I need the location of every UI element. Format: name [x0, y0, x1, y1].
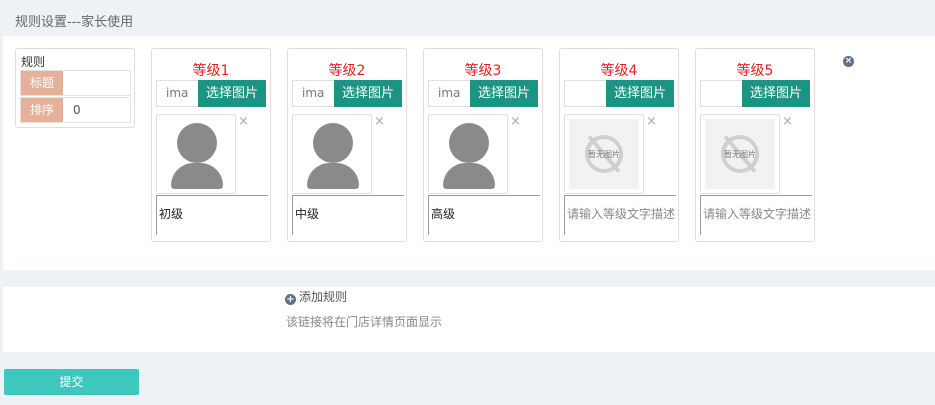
rule-order-input[interactable]: 0: [73, 98, 81, 122]
remove-image-icon[interactable]: ×: [646, 115, 657, 128]
level-card-2: 等级2 ima 选择图片 × 中级: [287, 48, 407, 242]
level-description-input[interactable]: 高级: [428, 195, 540, 235]
add-rule-label: 添加规则: [299, 290, 348, 304]
rule-box: 规则 标题 排序 0: [15, 48, 135, 128]
level-description-input[interactable]: 请输入等级文字描述: [564, 195, 676, 235]
choose-image-button[interactable]: 选择图片: [606, 80, 674, 107]
rule-title-field[interactable]: 标题: [20, 70, 131, 96]
level-card-4: 等级4 选择图片 暂无图片 × 请输入等级文字描述: [559, 48, 679, 242]
no-image-icon: 暂无图片: [564, 114, 644, 194]
image-path-input[interactable]: ima: [292, 80, 334, 107]
image-path-input[interactable]: [700, 80, 742, 107]
choose-image-button[interactable]: 选择图片: [470, 80, 538, 107]
submit-button[interactable]: 提交: [4, 369, 139, 395]
add-rule-button[interactable]: + 添加规则: [285, 288, 347, 305]
level-description-input[interactable]: 请输入等级文字描述: [700, 195, 812, 235]
remove-image-icon[interactable]: ×: [510, 115, 521, 128]
choose-image-button[interactable]: 选择图片: [742, 80, 810, 107]
hint-text: 该链接将在门店详情页面显示: [286, 315, 443, 329]
no-image-text: 暂无图片: [724, 150, 756, 159]
level-description-input[interactable]: 初级: [156, 195, 268, 235]
image-path-input[interactable]: [564, 80, 606, 107]
level-card-3: 等级3 ima 选择图片 × 高级: [423, 48, 543, 242]
no-image-text: 暂无图片: [588, 150, 620, 159]
page-title: 规则设置---家长使用: [15, 15, 134, 30]
level-title: 等级3: [464, 63, 502, 79]
level-description-input[interactable]: 中级: [292, 195, 404, 235]
level-title: 等级1: [192, 63, 230, 79]
avatar-icon: [156, 114, 236, 194]
add-rule-panel: [3, 287, 935, 352]
rule-label: 规则: [21, 55, 46, 69]
avatar-icon: [292, 114, 372, 194]
level-title: 等级5: [736, 63, 774, 79]
remove-image-icon[interactable]: ×: [782, 115, 793, 128]
add-circle-icon: +: [285, 294, 296, 305]
rule-title-tag: 标题: [21, 71, 63, 95]
choose-image-button[interactable]: 选择图片: [198, 80, 266, 107]
delete-rule-icon[interactable]: ×: [843, 56, 854, 67]
level-card-1: 等级1 ima 选择图片 × 初级: [151, 48, 271, 242]
image-path-input[interactable]: ima: [156, 80, 198, 107]
remove-image-icon[interactable]: ×: [238, 115, 249, 128]
avatar-icon: [428, 114, 508, 194]
level-card-5: 等级5 选择图片 暂无图片 × 请输入等级文字描述: [695, 48, 815, 242]
rule-order-field[interactable]: 排序 0: [20, 97, 131, 123]
level-title: 等级2: [328, 63, 366, 79]
choose-image-button[interactable]: 选择图片: [334, 80, 402, 107]
no-image-icon: 暂无图片: [700, 114, 780, 194]
level-title: 等级4: [600, 63, 638, 79]
image-path-input[interactable]: ima: [428, 80, 470, 107]
remove-image-icon[interactable]: ×: [374, 115, 385, 128]
rule-order-tag: 排序: [21, 98, 63, 122]
